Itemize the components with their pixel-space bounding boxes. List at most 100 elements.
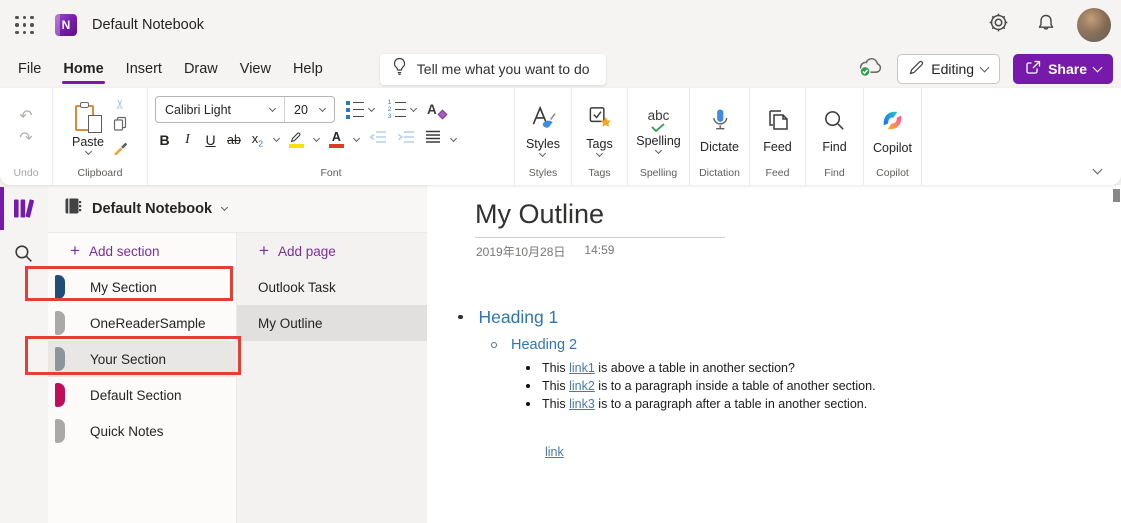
share-button[interactable]: Share <box>1013 54 1113 84</box>
undo-group-label: Undo <box>13 167 38 185</box>
feed-button[interactable]: Feed <box>763 101 792 154</box>
paste-label: Paste <box>72 135 104 149</box>
cut-icon[interactable]: ✂ <box>112 98 128 109</box>
spelling-label: Spelling <box>636 134 680 148</box>
page-title[interactable]: My Outline <box>475 199 604 230</box>
highlight-button[interactable] <box>289 132 304 148</box>
ribbon-group-dictation: Dictate Dictation <box>690 88 750 185</box>
find-button[interactable]: Find <box>822 102 847 154</box>
numbered-list-button[interactable]: 1 2 3 <box>385 99 418 121</box>
section-label: Your Section <box>90 352 166 367</box>
add-page-button[interactable]: + Add page <box>237 233 427 269</box>
line-spacing-icon[interactable] <box>425 130 441 149</box>
page-item-my-outline[interactable]: My Outline <box>237 305 427 341</box>
increase-indent-icon[interactable] <box>397 130 415 149</box>
strikethrough-button[interactable]: ab <box>227 133 241 147</box>
chevron-down-icon[interactable] <box>313 135 320 142</box>
section-color-tab <box>55 383 65 407</box>
section-item-default-section[interactable]: Default Section <box>48 377 236 413</box>
chevron-down-icon[interactable] <box>450 135 457 142</box>
font-size-select[interactable]: 20 <box>284 97 334 122</box>
link1-hyperlink[interactable]: link1 <box>569 361 595 375</box>
heading1-text[interactable]: Heading 1 <box>479 307 559 328</box>
app-launcher-icon[interactable] <box>15 16 34 35</box>
clear-formatting-button[interactable]: A <box>427 102 445 117</box>
section-item-my-section[interactable]: My Section <box>48 269 236 305</box>
search-icon[interactable] <box>13 243 34 269</box>
chevron-down-icon <box>319 105 326 112</box>
section-label: Quick Notes <box>90 424 164 439</box>
dictate-button[interactable]: Dictate <box>700 102 739 154</box>
menu-file[interactable]: File <box>7 50 52 88</box>
tell-me-text: Tell me what you want to do <box>417 61 590 77</box>
styles-icon <box>529 105 557 135</box>
add-section-button[interactable]: + Add section <box>48 233 236 269</box>
chevron-down-icon[interactable] <box>273 135 280 142</box>
paste-button[interactable]: Paste <box>72 102 104 154</box>
pencil-icon <box>909 60 924 78</box>
font-name-select[interactable]: Calibri Light <box>156 97 284 122</box>
page-item-outlook-task[interactable]: Outlook Task <box>237 269 427 305</box>
dictation-group-label: Dictation <box>699 167 740 185</box>
editing-mode-button[interactable]: Editing <box>897 54 1000 84</box>
bold-button[interactable]: B <box>158 132 171 148</box>
tell-me-search[interactable]: Tell me what you want to do <box>380 54 606 85</box>
menu-insert[interactable]: Insert <box>115 50 173 88</box>
eraser-diamond-icon <box>437 110 447 120</box>
heading2-text[interactable]: Heading 2 <box>511 337 577 353</box>
menu-help[interactable]: Help <box>282 50 334 88</box>
ribbon-group-find: Find Find <box>806 88 864 185</box>
format-painter-icon[interactable] <box>113 140 128 160</box>
section-item-your-section[interactable]: Your Section <box>48 341 236 377</box>
settings-button[interactable] <box>981 8 1015 42</box>
onenote-logo-icon[interactable]: N <box>55 14 77 36</box>
add-section-label: Add section <box>89 244 160 259</box>
chevron-down-icon <box>980 63 990 73</box>
styles-button[interactable]: Styles <box>526 99 560 156</box>
font-group-label: Font <box>320 167 341 185</box>
collapse-ribbon-icon[interactable] <box>1093 165 1103 175</box>
link2-hyperlink[interactable]: link2 <box>569 379 595 393</box>
left-rail <box>0 185 48 523</box>
bullet-list-button[interactable] <box>344 99 376 121</box>
page-canvas[interactable]: My Outline 2019年10月28日 14:59 Heading 1 H… <box>427 185 1121 523</box>
link3-hyperlink[interactable]: link3 <box>569 397 595 411</box>
ribbon-group-tags: Tags Tags <box>572 88 628 185</box>
workspace: Default Notebook + Add section My Sectio… <box>0 185 1121 523</box>
notebook-icon <box>64 197 82 220</box>
notifications-button[interactable] <box>1029 8 1063 42</box>
copy-icon[interactable] <box>113 116 127 136</box>
page-outline: Heading 1 Heading 2 This link1 is above … <box>427 303 1091 413</box>
standalone-hyperlink[interactable]: link <box>545 445 564 459</box>
section-item-onereadersample[interactable]: OneReaderSample <box>48 305 236 341</box>
dictate-label: Dictate <box>700 140 739 154</box>
font-color-button[interactable]: A <box>329 132 344 148</box>
notebook-switcher[interactable]: Default Notebook <box>48 185 427 233</box>
menu-view[interactable]: View <box>229 50 282 88</box>
underline-button[interactable]: U <box>204 132 217 148</box>
feed-pages-icon <box>765 107 791 138</box>
notebooks-library-icon[interactable] <box>11 196 37 226</box>
redo-icon[interactable]: ↷ <box>19 132 32 146</box>
copilot-button[interactable]: Copilot <box>873 101 912 155</box>
section-color-tab <box>55 347 65 371</box>
numbered-list-icon: 1 2 3 <box>387 101 406 119</box>
user-avatar[interactable] <box>1077 8 1111 42</box>
menu-home[interactable]: Home <box>52 50 114 88</box>
chevron-down-icon <box>368 105 375 112</box>
undo-icon[interactable]: ↶ <box>19 110 32 124</box>
tags-group-label: Tags <box>588 167 610 185</box>
tags-button[interactable]: Tags <box>586 99 612 156</box>
bullet-icon <box>458 315 463 320</box>
decrease-indent-icon[interactable] <box>369 130 387 149</box>
menu-draw[interactable]: Draw <box>173 50 229 88</box>
vertical-scrollbar-thumb[interactable] <box>1113 189 1120 202</box>
subscript-button[interactable]: x2 <box>251 131 264 149</box>
feed-group-label: Feed <box>766 167 790 185</box>
menu-bar: File Home Insert Draw View Help Tell me … <box>0 50 1121 88</box>
chevron-down-icon[interactable] <box>353 135 360 142</box>
spelling-button[interactable]: abc Spelling <box>636 103 680 153</box>
italic-button[interactable]: I <box>181 132 194 148</box>
chevron-down-icon <box>655 146 662 153</box>
section-item-quick-notes[interactable]: Quick Notes <box>48 413 236 449</box>
